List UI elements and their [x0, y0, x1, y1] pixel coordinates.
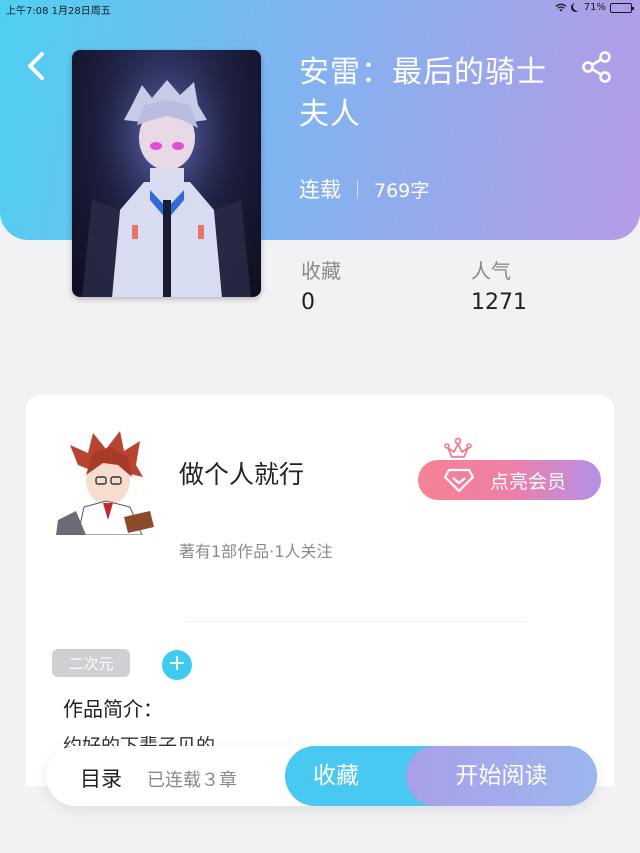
stat-popularity-label: 人气	[471, 259, 511, 283]
diamond-icon	[444, 468, 474, 493]
toc-button[interactable]: 目录	[80, 763, 122, 793]
book-title: 安雷：最后的骑士夫人	[299, 55, 547, 132]
card-divider	[186, 621, 526, 622]
stat-favorites-value: 0	[301, 290, 315, 315]
status-time: 上午7:08 1月28日周五	[6, 6, 111, 17]
stat-favorites-label: 收藏	[301, 259, 341, 283]
status-indicators: 71%	[555, 2, 634, 13]
battery-percent: 71%	[583, 2, 606, 13]
add-tag-button[interactable]: +	[162, 650, 192, 680]
start-reading-button[interactable]: 开始阅读	[406, 746, 597, 806]
book-cover-image[interactable]	[72, 50, 261, 297]
stat-popularity: 人气 1271	[471, 255, 527, 315]
battery-icon	[610, 2, 634, 13]
intro-label: 作品简介：	[63, 697, 163, 721]
bottom-action-bar: 目录 已连载３章 收藏 开始阅读	[46, 746, 597, 806]
stat-popularity-value: 1271	[471, 290, 527, 315]
author-avatar[interactable]	[48, 425, 158, 535]
vip-button-label: 点亮会员	[490, 470, 567, 493]
author-name[interactable]: 做个人就行	[179, 455, 304, 491]
back-button[interactable]	[22, 50, 50, 82]
word-count: 769字	[374, 179, 430, 202]
crown-icon	[444, 437, 472, 458]
book-meta: 连载 769字	[299, 174, 429, 204]
author-stats: 著有1部作品·1人关注	[179, 542, 333, 561]
chapter-count: 已连载３章	[147, 770, 237, 791]
status-bar: 上午7:08 1月28日周五 71%	[0, 0, 640, 17]
serial-status: 连载	[299, 178, 341, 202]
share-button[interactable]	[580, 50, 614, 84]
moon-icon	[573, 2, 582, 11]
genre-tag[interactable]: 二次元	[52, 649, 130, 677]
stat-favorites: 收藏 0	[301, 255, 341, 315]
meta-divider	[357, 180, 358, 198]
vip-button[interactable]: 点亮会员	[418, 460, 601, 500]
wifi-icon	[555, 3, 567, 12]
cover-illustration	[72, 50, 261, 297]
